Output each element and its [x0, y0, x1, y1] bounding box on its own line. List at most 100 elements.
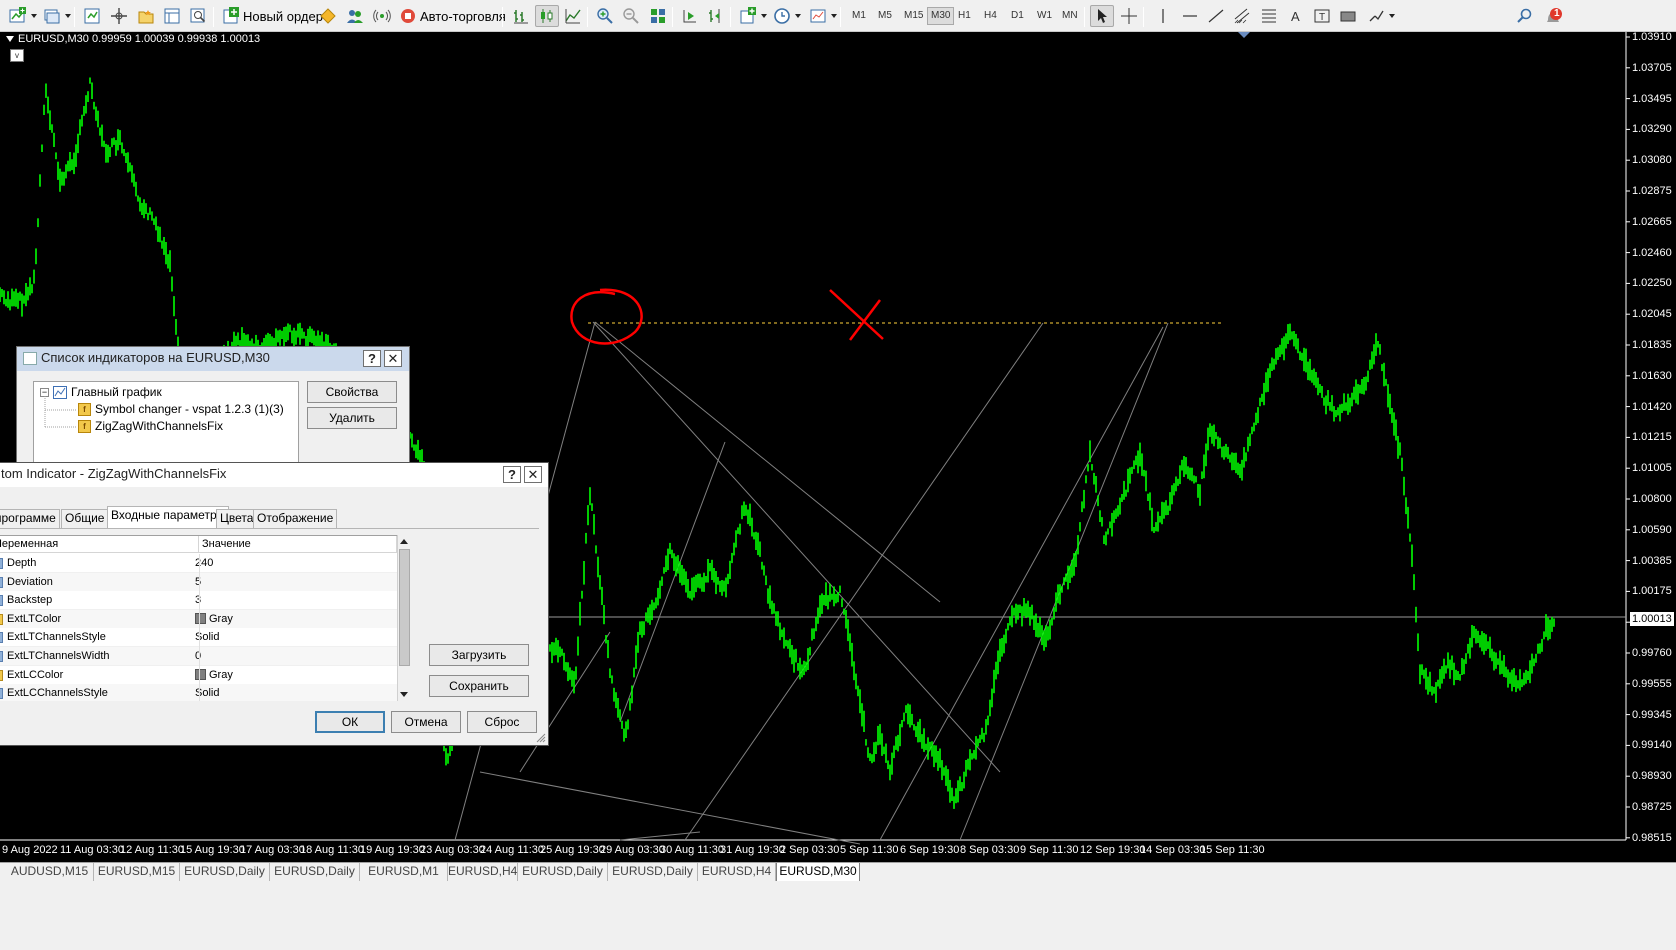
param-value[interactable]: 240	[195, 554, 213, 572]
tree-item-zigzag[interactable]: f ZigZagWithChannelsFix	[78, 418, 223, 434]
properties-button[interactable]: Свойства	[307, 381, 397, 403]
reset-button[interactable]: Сброс	[467, 711, 537, 733]
shapes-menu-button[interactable]	[1364, 5, 1398, 27]
trendline-button[interactable]	[1204, 5, 1228, 27]
column-header-value[interactable]: Значение	[199, 536, 397, 553]
horizontal-line-button[interactable]	[1178, 5, 1202, 27]
indicators-button[interactable]	[736, 5, 770, 27]
chart-tab[interactable]: EURUSD,Daily	[180, 863, 270, 882]
periods-button[interactable]	[770, 5, 804, 27]
bar-chart-button[interactable]	[509, 5, 533, 27]
metaeditor-button[interactable]	[316, 5, 340, 27]
timeframe-h1-button[interactable]: H1	[954, 7, 975, 25]
scroll-down-icon[interactable]	[400, 692, 408, 697]
notifications-button[interactable]: 1	[1540, 5, 1564, 27]
cursor-button[interactable]	[1090, 5, 1114, 27]
indicator-tree[interactable]: − Главный график f Symbol changer - vspa…	[33, 381, 299, 471]
algo-trading-button[interactable]: Авто-торговля	[396, 5, 509, 27]
timeframe-h4-button[interactable]: H4	[980, 7, 1001, 25]
ok-button[interactable]: ОК	[315, 711, 385, 733]
chart-tab[interactable]: EURUSD,Daily	[270, 863, 360, 882]
rectangle-button[interactable]	[1336, 5, 1360, 27]
vertical-line-button[interactable]	[1151, 5, 1175, 27]
templates-button[interactable]	[806, 5, 840, 27]
vps-button[interactable]	[370, 5, 394, 27]
autoscroll-button[interactable]	[678, 5, 702, 27]
channel-button[interactable]	[1230, 5, 1254, 27]
help-button[interactable]: ?	[363, 350, 381, 367]
time-tick-label: 15 Aug 19:30	[180, 844, 245, 856]
price-tick-label: 0.99555	[1632, 677, 1672, 690]
tree-item-symbol-changer[interactable]: f Symbol changer - vspat 1.2.3 (1)(3)	[78, 401, 284, 417]
zigzag-channel-line	[684, 322, 1044, 841]
timeframe-m5-button[interactable]: M5	[874, 7, 896, 25]
tile-windows-button[interactable]	[646, 5, 670, 27]
timeframe-mn-button[interactable]: MN	[1058, 7, 1082, 25]
chart-tab[interactable]: EURUSD,M15	[94, 863, 180, 882]
chart-tab[interactable]: EURUSD,H4	[698, 863, 776, 882]
chart-tab[interactable]: EURUSD,Daily	[608, 863, 698, 882]
custom-indicator-title-bar[interactable]: tom Indicator - ZigZagWithChannelsFix	[0, 463, 548, 487]
chart-tab[interactable]: EURUSD,Daily	[518, 863, 608, 882]
chart-tab[interactable]: EURUSD,M1	[360, 863, 448, 882]
navigator-button[interactable]	[134, 5, 158, 27]
chart-tab[interactable]: AUDUSD,M15	[6, 863, 94, 882]
param-value[interactable]: Gray	[195, 610, 233, 628]
chart-tab[interactable]: EURUSD,M30	[776, 863, 860, 882]
load-button[interactable]: Загрузить	[429, 644, 529, 666]
profiles-button[interactable]	[40, 5, 74, 27]
signals-button[interactable]	[343, 5, 367, 27]
fibonacci-button[interactable]	[1257, 5, 1281, 27]
chart-collapse-button[interactable]: v	[10, 49, 24, 62]
crosshair-button[interactable]	[1117, 5, 1141, 27]
inputs-table[interactable]: Переменная Значение Depth240Deviation5Ba…	[0, 535, 397, 701]
int-type-icon	[0, 558, 3, 569]
save-button[interactable]: Сохранить	[429, 675, 529, 697]
resize-grip-icon[interactable]	[536, 733, 546, 743]
tab-1[interactable]: Общие	[61, 509, 109, 528]
scroll-thumb[interactable]	[399, 549, 410, 666]
candlestick-button[interactable]	[535, 5, 559, 27]
color-type-icon	[0, 613, 3, 625]
timeframe-m15-button[interactable]: M15	[900, 7, 927, 25]
chart-tab[interactable]: EURUSD,H4	[448, 863, 518, 882]
line-chart-button[interactable]	[561, 5, 585, 27]
search-button[interactable]	[1513, 5, 1537, 27]
timeframe-m1-button[interactable]: M1	[848, 7, 870, 25]
inputs-scrollbar[interactable]	[397, 535, 411, 701]
new-chart-button[interactable]	[6, 5, 40, 27]
timeframe-d1-button[interactable]: D1	[1007, 7, 1028, 25]
scroll-up-icon[interactable]	[400, 539, 408, 544]
tester-button[interactable]	[186, 5, 210, 27]
tab-4[interactable]: Отображение	[253, 509, 338, 528]
magnifier-chart-icon	[189, 7, 207, 25]
text-label-button[interactable]: T	[1310, 5, 1334, 27]
timeframe-m30-button[interactable]: M30	[927, 7, 955, 25]
tab-3[interactable]: Цвета	[216, 509, 258, 528]
tab-2[interactable]: Входные параметры	[107, 506, 230, 528]
color-type-icon	[0, 669, 3, 681]
indicator-list-title-bar[interactable]: Список индикаторов на EURUSD,M30	[17, 347, 409, 371]
close-icon[interactable]: ✕	[524, 466, 542, 483]
custom-indicator-title: tom Indicator - ZigZagWithChannelsFix	[1, 466, 227, 481]
zoom-in-button[interactable]	[593, 5, 617, 27]
text-button[interactable]: A	[1284, 5, 1308, 27]
delete-button[interactable]: Удалить	[307, 407, 397, 429]
chart-shift-button[interactable]	[704, 5, 728, 27]
timeframe-w1-button[interactable]: W1	[1033, 7, 1056, 25]
toolbar-separator	[1143, 7, 1144, 27]
help-button[interactable]: ?	[503, 466, 521, 483]
price-tick-label: 1.02875	[1632, 185, 1672, 197]
zoom-out-button[interactable]	[619, 5, 643, 27]
new-order-button[interactable]: Новый ордер	[219, 5, 326, 27]
cancel-button[interactable]: Отмена	[391, 711, 461, 733]
data-window-button[interactable]	[107, 5, 131, 27]
terminal-button[interactable]	[160, 5, 184, 27]
param-value[interactable]: Gray	[195, 666, 233, 684]
chart-header: EURUSD,M30 0.99959 1.00039 0.99938 1.000…	[6, 32, 260, 46]
price-tick-label: 1.00590	[1632, 523, 1672, 536]
market-watch-button[interactable]	[80, 5, 104, 27]
close-icon[interactable]: ✕	[384, 350, 402, 367]
column-header-variable[interactable]: Переменная	[0, 536, 199, 553]
tab-0[interactable]: программе	[0, 509, 60, 528]
